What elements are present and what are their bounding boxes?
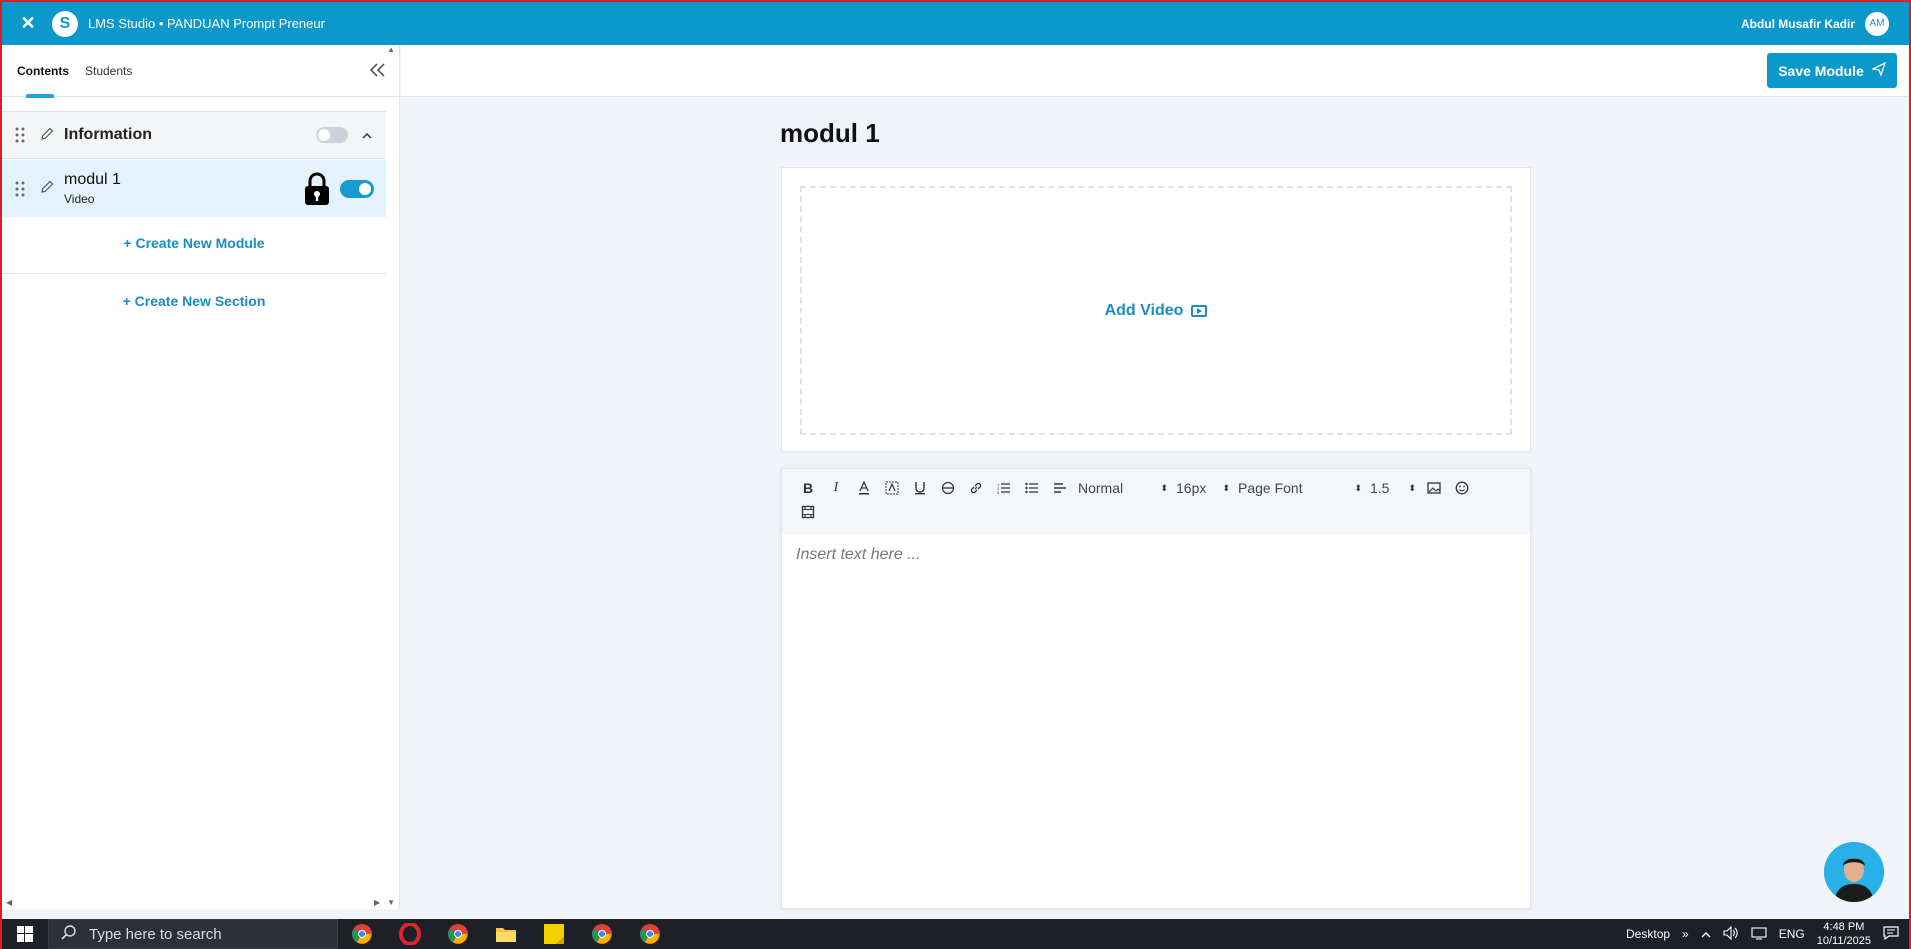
drag-handle-icon[interactable] bbox=[15, 127, 27, 143]
paragraph-style-select[interactable]: Normal ⬍ bbox=[1078, 480, 1168, 496]
drag-handle-icon[interactable] bbox=[15, 181, 27, 197]
highlight-icon[interactable] bbox=[878, 477, 906, 499]
close-icon[interactable]: ✕ bbox=[8, 13, 48, 34]
system-tray: Desktop » ENG 4:48 PM 10/11/2025 bbox=[1626, 920, 1909, 948]
module-row-modul-1[interactable]: modul 1 Video bbox=[2, 160, 386, 217]
editor-text-area[interactable]: Insert text here ... bbox=[782, 534, 1530, 576]
svg-text:3: 3 bbox=[997, 490, 1000, 495]
font-size-value: 16px bbox=[1176, 480, 1207, 496]
create-new-module-link[interactable]: + Create New Module bbox=[2, 235, 386, 251]
scroll-right-arrow-icon[interactable]: ▶ bbox=[374, 898, 380, 907]
clock-time: 4:48 PM bbox=[1823, 921, 1865, 933]
video-dropzone[interactable]: Add Video bbox=[800, 186, 1512, 435]
sticky-notes-icon[interactable] bbox=[530, 919, 578, 949]
bold-icon[interactable]: B bbox=[794, 477, 822, 499]
font-family-value: Page Font bbox=[1238, 480, 1303, 496]
video-card: Add Video bbox=[781, 167, 1531, 452]
link-icon[interactable] bbox=[962, 477, 990, 499]
chevron-up-icon[interactable] bbox=[1701, 927, 1711, 941]
clock[interactable]: 4:48 PM 10/11/2025 bbox=[1817, 920, 1871, 948]
opera-app-icon[interactable] bbox=[386, 919, 434, 949]
scroll-left-arrow-icon[interactable]: ◀ bbox=[6, 898, 12, 907]
chrome-app-2-icon[interactable] bbox=[578, 919, 626, 949]
chat-support-avatar[interactable] bbox=[1824, 842, 1884, 902]
collapse-sidebar-icon[interactable] bbox=[369, 61, 387, 82]
app-header: ✕ S LMS Studio • PANDUAN Prompt Preneur … bbox=[2, 2, 1909, 45]
chrome-app-3-icon[interactable] bbox=[626, 919, 674, 949]
edit-pencil-icon[interactable] bbox=[40, 127, 54, 144]
tab-students[interactable]: Students bbox=[85, 45, 132, 97]
chrome-profile-app-icon[interactable] bbox=[434, 919, 482, 949]
bullet-list-icon[interactable] bbox=[1018, 477, 1046, 499]
select-arrows-icon: ⬍ bbox=[1408, 482, 1416, 493]
desktop-toolbar-label[interactable]: Desktop bbox=[1626, 927, 1670, 941]
paragraph-style-value: Normal bbox=[1078, 480, 1124, 496]
emoji-icon[interactable] bbox=[1448, 477, 1476, 499]
tab-contents[interactable]: Contents bbox=[17, 45, 69, 98]
module-text: modul 1 Video bbox=[64, 171, 121, 206]
chevron-up-icon[interactable] bbox=[362, 128, 372, 142]
sidebar-tabs: Contents Students bbox=[2, 45, 399, 98]
taskbar-search-input[interactable]: Type here to search bbox=[48, 919, 338, 949]
line-height-select[interactable]: 1.5 ⬍ bbox=[1370, 480, 1416, 496]
italic-icon[interactable]: I bbox=[822, 477, 850, 499]
lock-icon[interactable] bbox=[304, 172, 330, 206]
search-placeholder: Type here to search bbox=[89, 925, 222, 943]
volume-icon[interactable] bbox=[1723, 925, 1739, 943]
select-arrows-icon: ⬍ bbox=[1222, 482, 1230, 493]
user-avatar[interactable]: AM bbox=[1865, 11, 1889, 36]
clock-date: 10/11/2025 bbox=[1816, 935, 1871, 947]
insert-image-icon[interactable] bbox=[1420, 477, 1448, 499]
ordered-list-icon[interactable]: 123 bbox=[990, 477, 1018, 499]
strikethrough-icon[interactable] bbox=[934, 477, 962, 499]
app-title: LMS Studio • PANDUAN Prompt Preneur bbox=[88, 16, 325, 31]
search-icon bbox=[61, 924, 77, 944]
line-height-value: 1.5 bbox=[1370, 480, 1390, 496]
user-name[interactable]: Abdul Musafir Kadir bbox=[1741, 17, 1855, 31]
editor-toolbar: B I 123 Normal ⬍ 16px ⬍ Page Font ⬍ 1.5 … bbox=[782, 469, 1530, 534]
scroll-down-arrow-icon[interactable]: ▼ bbox=[387, 898, 395, 907]
rich-text-editor: B I 123 Normal ⬍ 16px ⬍ Page Font ⬍ 1.5 … bbox=[781, 468, 1531, 909]
font-family-select[interactable]: Page Font ⬍ bbox=[1238, 480, 1362, 496]
chrome-app-icon[interactable] bbox=[338, 919, 386, 949]
video-icon bbox=[1191, 304, 1208, 317]
add-video-label: Add Video bbox=[1104, 301, 1184, 319]
file-explorer-icon[interactable] bbox=[482, 919, 530, 949]
language-indicator[interactable]: ENG bbox=[1779, 927, 1805, 941]
scroll-up-arrow-icon[interactable]: ▲ bbox=[387, 45, 395, 54]
font-size-select[interactable]: 16px ⬍ bbox=[1176, 480, 1230, 496]
notifications-icon[interactable] bbox=[1883, 925, 1899, 943]
underline-icon[interactable] bbox=[906, 477, 934, 499]
align-left-icon[interactable] bbox=[1046, 477, 1074, 499]
section-title: Information bbox=[64, 126, 152, 143]
module-publish-toggle[interactable] bbox=[340, 179, 374, 198]
insert-video-icon[interactable] bbox=[794, 501, 822, 523]
add-video-button[interactable]: Add Video bbox=[1105, 302, 1208, 320]
select-arrows-icon: ⬍ bbox=[1354, 482, 1362, 493]
text-color-icon[interactable] bbox=[850, 477, 878, 499]
main-header: Save Module bbox=[401, 45, 1909, 97]
edit-pencil-icon[interactable] bbox=[40, 180, 54, 197]
select-arrows-icon: ⬍ bbox=[1160, 482, 1168, 493]
network-icon[interactable] bbox=[1751, 926, 1767, 943]
create-new-section-link[interactable]: + Create New Section bbox=[2, 293, 386, 309]
divider bbox=[2, 273, 386, 274]
save-module-button[interactable]: Save Module bbox=[1767, 53, 1897, 88]
page-title: modul 1 bbox=[780, 118, 880, 148]
module-title: modul 1 bbox=[64, 171, 121, 188]
chevron-expand-icon[interactable]: » bbox=[1682, 927, 1689, 941]
module-type: Video bbox=[64, 192, 95, 206]
sidebar: Contents Students Information modul 1 Vi… bbox=[2, 45, 400, 909]
windows-start-icon[interactable] bbox=[2, 919, 48, 949]
section-publish-toggle[interactable] bbox=[316, 127, 348, 143]
save-module-label: Save Module bbox=[1778, 62, 1864, 79]
section-row-information[interactable]: Information bbox=[2, 111, 386, 159]
app-logo: S bbox=[52, 10, 78, 37]
send-icon bbox=[1870, 61, 1886, 79]
windows-taskbar: Type here to search Desktop » ENG 4:48 P… bbox=[2, 919, 1909, 949]
